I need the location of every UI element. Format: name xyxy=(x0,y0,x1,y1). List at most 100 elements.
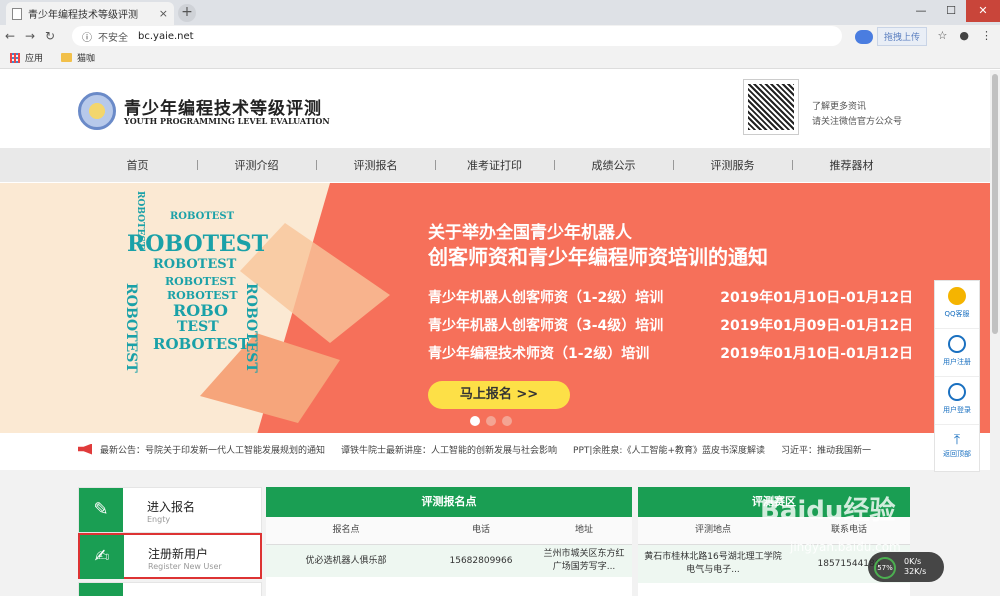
address-bar[interactable]: ⓘ 不安全 bc.yaie.net xyxy=(72,26,842,46)
star-icon[interactable]: ☆ xyxy=(938,29,948,42)
tab-close-icon[interactable]: × xyxy=(159,7,168,20)
nav-intro[interactable]: 评测介绍 xyxy=(197,157,316,173)
bookmark-folder[interactable]: 猫咖 xyxy=(61,51,95,64)
carousel-dot-2[interactable] xyxy=(486,416,496,426)
notice-item[interactable]: 最新公告：号院关于印发新一代人工智能发展规划的通知 xyxy=(100,443,325,456)
qr-caption-line2: 请关注微信官方公众号 xyxy=(812,117,903,127)
enter-signup-card[interactable]: ✎ 进入报名 Engty xyxy=(78,487,262,533)
banner-row: 青少年编程技术师资（1-2级）培训 2019年01月10日-01月12日 xyxy=(428,343,913,363)
banner-row-name: 青少年机器人创客师资（1-2级）培训 xyxy=(428,290,664,306)
wordcloud-word: ROBOTEST xyxy=(243,283,259,373)
site-subtitle: YOUTH PROGRAMMING LEVEL EVALUATION xyxy=(124,116,330,126)
wechat-qr-code xyxy=(743,79,799,135)
qr-caption-line1: 了解更多资讯 xyxy=(812,102,867,112)
wordcloud-word: ROBO xyxy=(173,301,228,320)
nav-equipment[interactable]: 推荐器材 xyxy=(792,157,911,173)
forward-icon[interactable]: → xyxy=(20,29,40,43)
banner-row: 青少年机器人创客师资（3-4级）培训 2019年01月09日-01月12日 xyxy=(428,315,913,335)
wordcloud-word: ROBOTEST xyxy=(165,275,236,288)
scrollbar-thumb[interactable] xyxy=(992,74,998,334)
sites-table-header: 报名点 电话 地址 xyxy=(266,517,632,545)
signup-now-button[interactable]: 马上报名 >> xyxy=(428,381,570,409)
site-logo[interactable] xyxy=(78,92,116,130)
menu-icon[interactable]: ⋮ xyxy=(981,29,992,42)
apps-grid-icon xyxy=(10,52,20,63)
wordcloud-word: ROBOTEST xyxy=(170,211,235,222)
notice-item[interactable]: 谭铁牛院士最新讲座：人工智能的创新发展与社会影响 xyxy=(341,443,557,456)
close-window-button[interactable]: ✕ xyxy=(966,0,1000,22)
nav-services[interactable]: 评测服务 xyxy=(673,157,792,173)
insecure-label: 不安全 xyxy=(98,32,128,44)
browser-toolbar: ← → ↻ ⓘ 不安全 bc.yaie.net 拖拽上传 ☆ ● ⋮ xyxy=(0,25,1000,47)
column-header: 电话 xyxy=(471,525,490,535)
browser-tab[interactable]: 青少年编程技术等级评测 × xyxy=(6,2,174,25)
user-register-button[interactable]: 用户注册 xyxy=(935,329,979,377)
login-icon xyxy=(948,383,966,401)
nav-home[interactable]: 首页 xyxy=(78,157,197,173)
card-sublabel: Engty xyxy=(147,515,171,524)
url-text[interactable]: bc.yaie.net xyxy=(138,31,194,42)
card-label: 注册新用户 xyxy=(148,547,209,561)
reload-icon[interactable]: ↻ xyxy=(40,29,60,43)
wordcloud-word: TEST xyxy=(177,319,219,335)
register-user-card[interactable]: ✍ 注册新用户 Register New User xyxy=(78,533,262,579)
main-nav: 首页 评测介绍 评测报名 准考证打印 成绩公示 评测服务 推荐器材 xyxy=(0,148,990,182)
user-login-button[interactable]: 用户登录 xyxy=(935,377,979,425)
site-header: 青少年编程技术等级评测 YOUTH PROGRAMMING LEVEL EVAL… xyxy=(0,70,990,148)
upload-speed: 0K/s xyxy=(904,557,922,566)
card-icon xyxy=(79,583,123,596)
cloud-icon xyxy=(855,29,873,44)
cloud-upload-button[interactable]: 拖拽上传 xyxy=(877,27,928,46)
speed-percent: 57% xyxy=(874,557,896,579)
wordcloud-word: ROBOTEST xyxy=(127,231,269,257)
page-scrollbar[interactable] xyxy=(990,70,1000,596)
robotest-wordcloud: ROBOTEST ROBOTEST ROBOTEST ROBOTEST ROBO… xyxy=(105,183,285,433)
next-card[interactable] xyxy=(78,582,262,596)
nav-signup[interactable]: 评测报名 xyxy=(316,157,435,173)
nav-admission-ticket[interactable]: 准考证打印 xyxy=(435,157,554,173)
card-label: 进入报名 xyxy=(147,500,196,514)
back-icon[interactable]: ← xyxy=(0,29,20,43)
hero-banner[interactable]: ROBOTEST ROBOTEST ROBOTEST ROBOTEST ROBO… xyxy=(0,183,990,433)
speed-widget[interactable]: 57% 0K/s 32K/s xyxy=(868,552,944,582)
profile-icon[interactable]: ● xyxy=(959,29,969,42)
wordcloud-word: ROBOTEST xyxy=(153,257,237,272)
bookmark-label: 应用 xyxy=(25,54,44,64)
back-to-top-button[interactable]: ⤒ 返回顶部 xyxy=(935,425,979,473)
user-icon xyxy=(948,335,966,353)
carousel-dot-1[interactable] xyxy=(470,416,480,426)
maximize-button[interactable]: ☐ xyxy=(936,0,966,22)
cloud-upload-extension[interactable]: 拖拽上传 xyxy=(855,27,928,46)
banner-title-line2: 创客师资和青少年编程师资培训的通知 xyxy=(428,245,768,269)
minimize-button[interactable]: — xyxy=(906,0,936,22)
table-row[interactable]: 优必选机器人俱乐部 15682809966 兰州市城关区东方红广场国芳写字... xyxy=(266,545,632,577)
banner-row: 青少年机器人创客师资（1-2级）培训 2019年01月10日-01月12日 xyxy=(428,287,913,307)
carousel-dots xyxy=(470,416,512,426)
banner-row-date: 2019年01月09日-01月12日 xyxy=(720,318,913,334)
nav-results[interactable]: 成绩公示 xyxy=(554,157,673,173)
speaker-icon xyxy=(78,443,92,455)
window-controls: — ☐ ✕ xyxy=(906,0,1000,22)
content-section: ✎ 进入报名 Engty ✍ 注册新用户 Register New User 评… xyxy=(0,470,990,596)
sites-panel-title: 评测报名点 xyxy=(266,487,632,517)
download-speed: 32K/s xyxy=(904,567,927,576)
bookmark-apps[interactable]: 应用 xyxy=(10,51,43,64)
new-tab-button[interactable]: + xyxy=(178,4,196,22)
browser-tabstrip: 青少年编程技术等级评测 × + — ☐ ✕ xyxy=(0,0,1000,25)
floating-sidebar: QQ客服 用户注册 用户登录 ⤒ 返回顶部 xyxy=(934,280,980,472)
page-favicon-icon xyxy=(12,7,22,20)
carousel-dot-3[interactable] xyxy=(502,416,512,426)
qq-service-button[interactable]: QQ客服 xyxy=(935,281,979,329)
site-address-cell: 兰州市城关区东方红广场国芳写字... xyxy=(543,549,625,572)
notice-item[interactable]: PPT|余胜泉:《人工智能+教育》蓝皮书深度解读 xyxy=(573,443,765,456)
baidu-watermark: Baidu经验 xyxy=(760,496,896,526)
banner-row-name: 青少年机器人创客师资（3-4级）培训 xyxy=(428,318,664,334)
wordcloud-word: ROBOTEST xyxy=(153,335,250,353)
notice-item[interactable]: 习近平：推动我国新一 xyxy=(781,443,871,456)
card-sublabel: Register New User xyxy=(148,562,222,571)
notice-ticker: 最新公告：号院关于印发新一代人工智能发展规划的通知 谭铁牛院士最新讲座：人工智能… xyxy=(0,434,990,464)
info-icon[interactable]: ⓘ xyxy=(82,29,92,44)
banner-row-date: 2019年01月10日-01月12日 xyxy=(720,346,913,362)
wordcloud-word: ROBOTEST xyxy=(123,283,139,373)
column-header: 报名点 xyxy=(332,525,360,535)
